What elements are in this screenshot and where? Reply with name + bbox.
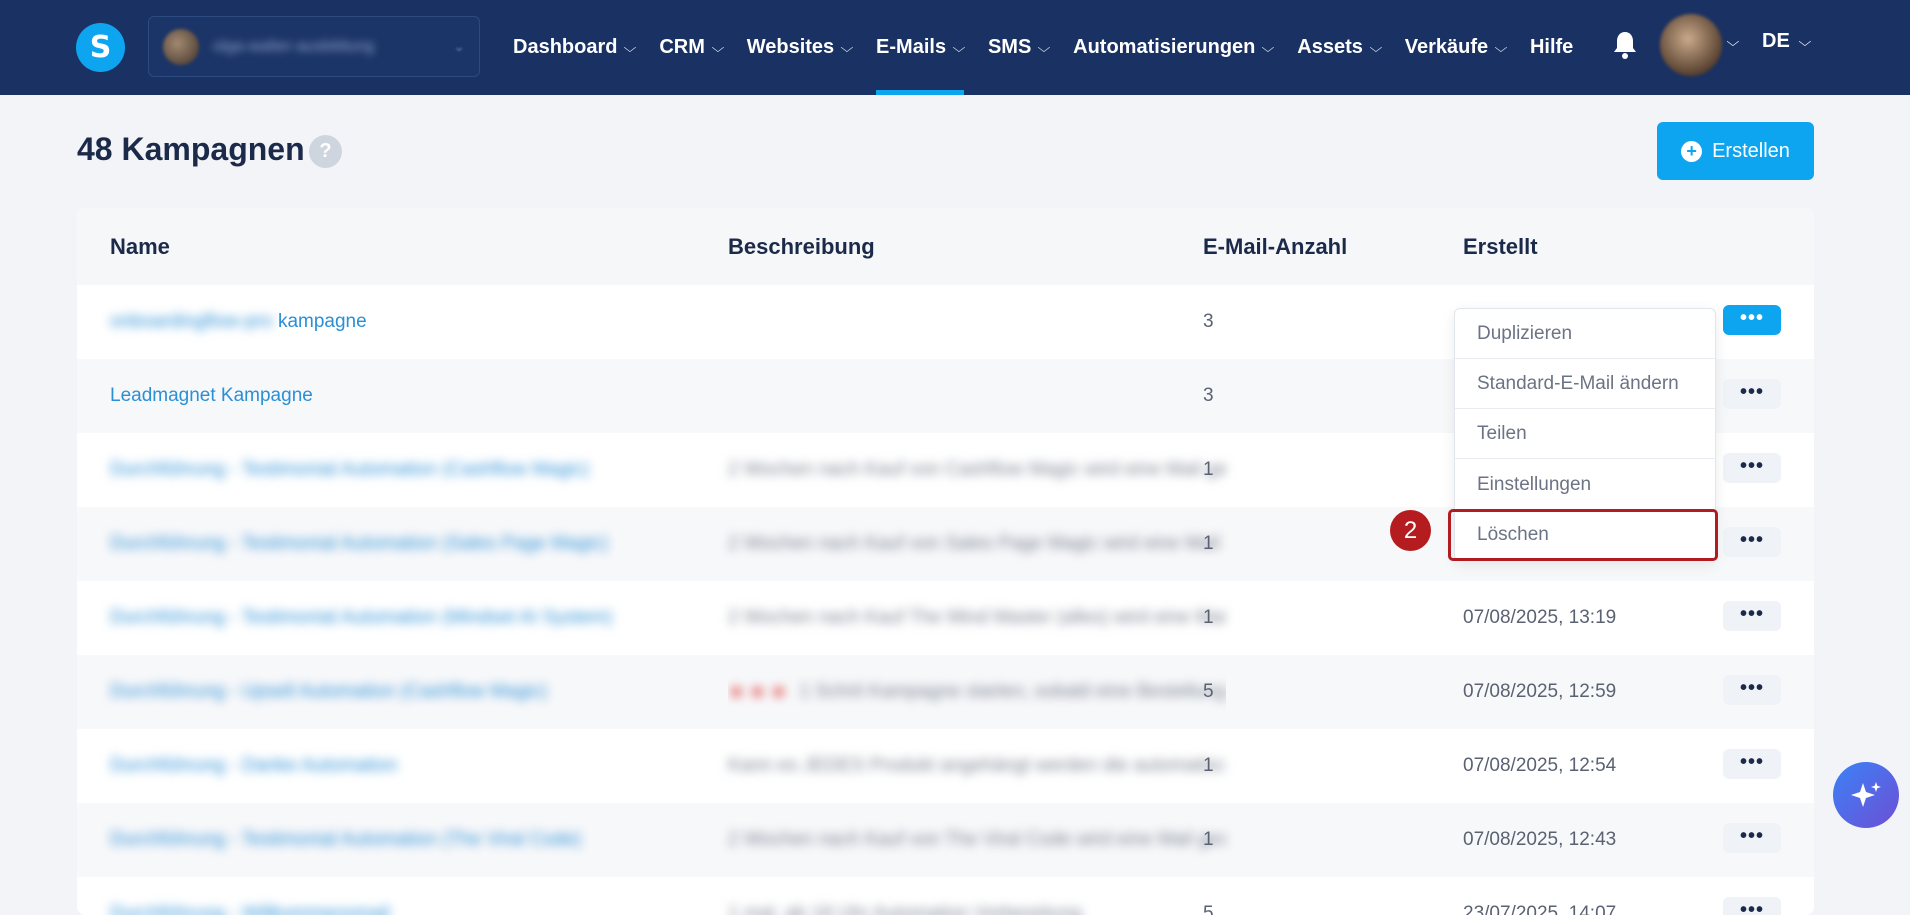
chevron-down-icon: ⌵ <box>1494 39 1508 55</box>
campaign-description: 2 Wochen nach Kauf The Mind Master (alle… <box>728 607 1226 628</box>
campaign-name[interactable]: Durchführung - Testimonial Automation (M… <box>110 581 612 655</box>
more-actions-button[interactable]: ••• <box>1723 675 1781 705</box>
campaign-name[interactable]: Durchführung - Willkommensmail <box>110 877 390 915</box>
menu-item-duplizieren[interactable]: Duplizieren <box>1455 309 1715 359</box>
chevron-down-icon: ⌵ <box>623 39 637 55</box>
nav-verkaeufe[interactable]: Verkäufe ⌵ <box>1405 0 1508 95</box>
email-count: 5 <box>1203 681 1214 702</box>
table-header: Name Beschreibung E-Mail-Anzahl Erstellt <box>77 208 1814 285</box>
chevron-down-icon: ⌵ <box>1369 39 1383 55</box>
email-count: 1 <box>1203 607 1214 628</box>
menu-item-standard-email-aendern[interactable]: Standard-E-Mail ändern <box>1455 359 1715 409</box>
chevron-down-icon: ⌵ <box>1261 39 1275 55</box>
plus-icon: + <box>1681 140 1703 162</box>
nav-crm[interactable]: CRM ⌵ <box>659 0 725 95</box>
bell-icon[interactable] <box>1612 30 1638 60</box>
email-count: 1 <box>1203 829 1214 850</box>
app-logo[interactable]: S <box>76 23 125 72</box>
top-navbar: S olga-walter-ausbildung ⌄ Dashboard ⌵ CR… <box>0 0 1910 95</box>
email-count: 5 <box>1203 903 1214 915</box>
campaign-name[interactable]: Leadmagnet Kampagne <box>110 359 313 433</box>
workspace-switcher[interactable]: olga-walter-ausbildung ⌄ <box>148 16 480 77</box>
campaign-description: ★★★ 1 Schrit Kampagne starten, sobald ein… <box>728 681 1226 703</box>
chevron-down-icon: ⌵ <box>840 39 854 55</box>
campaign-description: 1 mal, ab 18 Uhr Automation Vorbereitung <box>728 903 1082 915</box>
more-actions-button[interactable]: ••• <box>1723 305 1781 335</box>
column-created: Erstellt <box>1463 234 1538 259</box>
more-actions-button[interactable]: ••• <box>1723 749 1781 779</box>
menu-item-teilen[interactable]: Teilen <box>1455 409 1715 459</box>
nav-emails[interactable]: E-Mails ⌵ <box>876 0 966 95</box>
nav-dashboard[interactable]: Dashboard ⌵ <box>513 0 637 95</box>
chevron-down-icon[interactable]: ⌵ <box>1727 34 1740 50</box>
more-actions-button[interactable]: ••• <box>1723 379 1781 409</box>
chevron-down-icon: ⌵ <box>1037 39 1051 55</box>
nav-automatisierungen[interactable]: Automatisierungen ⌵ <box>1073 0 1275 95</box>
chevron-down-icon: ⌵ <box>711 39 725 55</box>
user-avatar[interactable] <box>1660 14 1722 76</box>
created-date: 07/08/2025, 13:19 <box>1463 607 1617 628</box>
create-button[interactable]: + Erstellen <box>1657 122 1814 180</box>
created-date: 07/08/2025, 12:54 <box>1463 755 1617 776</box>
workspace-name: olga-walter-ausbildung <box>213 37 374 55</box>
chevron-down-icon: ⌵ <box>952 39 966 55</box>
more-actions-button[interactable]: ••• <box>1723 453 1781 483</box>
created-date: 07/08/2025, 12:59 <box>1463 681 1617 702</box>
chevron-down-icon: ⌄ <box>453 38 465 54</box>
email-count: 3 <box>1203 385 1214 406</box>
column-description: Beschreibung <box>728 234 875 259</box>
chevron-down-icon: ⌵ <box>1798 33 1812 49</box>
created-date: 23/07/2025, 14:07 <box>1463 903 1617 915</box>
table-row[interactable]: Durchführung - Testimonial Automation (M… <box>77 581 1814 655</box>
campaign-description: 2 Wochen nach Kauf von Cashflow Magic wi… <box>728 459 1226 480</box>
email-count: 1 <box>1203 533 1214 554</box>
workspace-avatar <box>163 28 199 65</box>
column-name: Name <box>110 234 170 259</box>
step-number-badge: 2 <box>1390 510 1431 551</box>
email-count: 1 <box>1203 755 1214 776</box>
table-row[interactable]: Durchführung - Willkommensmail 1 mal, ab… <box>77 877 1814 915</box>
more-actions-button[interactable]: ••• <box>1723 601 1781 631</box>
menu-item-einstellungen[interactable]: Einstellungen <box>1455 460 1715 510</box>
more-actions-button[interactable]: ••• <box>1723 823 1781 853</box>
more-actions-button[interactable]: ••• <box>1723 897 1781 915</box>
email-count: 3 <box>1203 311 1214 332</box>
campaign-name[interactable]: onboardingflow-pro kampagne <box>110 285 367 359</box>
star-icon: ★★★ <box>728 681 792 703</box>
help-icon[interactable]: ? <box>309 135 342 168</box>
column-email-count: E-Mail-Anzahl <box>1203 234 1348 259</box>
nav-assets[interactable]: Assets ⌵ <box>1297 0 1383 95</box>
campaign-name[interactable]: Durchführung - Danke Automation <box>110 729 397 803</box>
more-actions-button[interactable]: ••• <box>1723 527 1781 557</box>
main-nav: Dashboard ⌵ CRM ⌵ Websites ⌵ E-Mails ⌵ SMS ⌵ … <box>513 0 1597 95</box>
campaign-name[interactable]: Durchführung - Upsell Automation (Cashfl… <box>110 655 547 729</box>
table-row[interactable]: Durchführung - Danke Automation Kann es … <box>77 729 1814 803</box>
campaign-name[interactable]: Durchführung - Testimonial Automation (T… <box>110 803 581 877</box>
email-count: 1 <box>1203 459 1214 480</box>
nav-hilfe[interactable]: Hilfe <box>1530 0 1573 95</box>
table-row[interactable]: Durchführung - Upsell Automation (Cashfl… <box>77 655 1814 729</box>
created-date: 07/08/2025, 12:43 <box>1463 829 1617 850</box>
language-switcher[interactable]: DE ⌵ <box>1762 30 1812 53</box>
nav-sms[interactable]: SMS ⌵ <box>988 0 1051 95</box>
nav-websites[interactable]: Websites ⌵ <box>747 0 854 95</box>
campaign-description: 2 Wochen nach Kauf von Sales Page Magic … <box>728 533 1226 554</box>
table-row[interactable]: Durchführung - Testimonial Automation (T… <box>77 803 1814 877</box>
step-highlight-box <box>1448 509 1718 561</box>
campaign-name[interactable]: Durchführung - Testimonial Automation (S… <box>110 507 608 581</box>
page-title: 48 Kampagnen <box>77 131 305 167</box>
campaign-description: Kann es JEDES Produkt angehängt werden d… <box>728 755 1226 776</box>
ai-sparkle-button[interactable] <box>1833 762 1899 828</box>
campaign-name[interactable]: Durchführung - Testimonial Automation (C… <box>110 433 589 507</box>
campaign-description: 2 Wochen nach Kauf von The Viral Code wi… <box>728 829 1226 850</box>
sparkle-icon <box>1851 782 1881 808</box>
